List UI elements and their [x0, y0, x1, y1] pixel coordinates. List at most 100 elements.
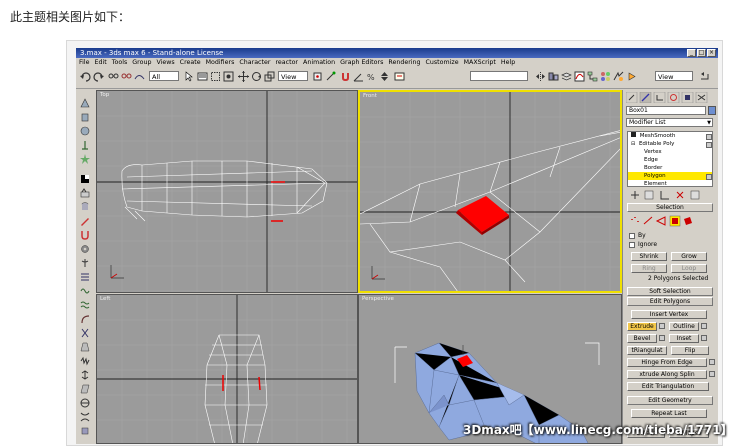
pin-stack-icon[interactable]	[631, 191, 639, 199]
stack-item-border[interactable]: Border	[628, 164, 712, 172]
rotate-icon[interactable]	[251, 71, 262, 82]
lightbulb-icon[interactable]	[631, 132, 636, 137]
stretch-icon[interactable]	[80, 370, 90, 380]
insert-vertex-button[interactable]: Insert Vertex	[631, 310, 707, 319]
menu-customize[interactable]: Customize	[426, 58, 459, 67]
undo-icon[interactable]	[80, 71, 91, 82]
spherify-icon[interactable]	[80, 398, 90, 408]
menu-graph-editors[interactable]: Graph Editors	[340, 58, 383, 67]
pivot-center-icon[interactable]	[312, 71, 323, 82]
viewport-front[interactable]: Front	[358, 90, 622, 293]
ring-button[interactable]: Ring	[631, 264, 667, 273]
stack-item-meshsmooth[interactable]: MeshSmooth	[628, 132, 712, 140]
edit-triangulation-button[interactable]: Edit Triangulation	[627, 382, 709, 391]
cylinder-primitive-icon[interactable]	[80, 112, 90, 122]
quick-render-icon[interactable]	[626, 71, 637, 82]
angle-snap-icon[interactable]	[353, 71, 364, 82]
layer-manager-icon[interactable]	[561, 71, 572, 82]
reference-coordinate-dropdown[interactable]: View	[278, 71, 308, 81]
flip-button[interactable]: Flip	[671, 346, 709, 355]
taper-icon[interactable]	[80, 342, 90, 352]
bind-space-warp-icon[interactable]	[134, 71, 145, 82]
menu-help[interactable]: Help	[501, 58, 515, 67]
lines-icon[interactable]	[80, 272, 90, 282]
flex-icon[interactable]	[80, 426, 90, 436]
stack-toggle-3[interactable]	[706, 174, 712, 180]
close-button[interactable]: ×	[707, 49, 716, 57]
stack-item-vertex[interactable]: Vertex	[628, 148, 712, 156]
stack-item-element[interactable]: Element	[628, 180, 712, 188]
spinner-snap-icon[interactable]	[379, 71, 390, 82]
border-level-icon[interactable]	[655, 216, 666, 226]
viewport-left[interactable]: Left	[96, 294, 358, 444]
skew-icon[interactable]	[80, 384, 90, 394]
edit-geometry-rollout-header[interactable]: Edit Geometry	[627, 396, 713, 405]
select-by-name-icon[interactable]	[197, 71, 208, 82]
hinge-settings-button[interactable]	[709, 359, 715, 365]
collapse-minus-icon[interactable]: ⊟	[631, 141, 635, 147]
by-vertex-checkbox[interactable]	[629, 233, 635, 239]
repeat-last-button[interactable]: Repeat Last	[631, 409, 707, 418]
show-end-result-icon[interactable]	[644, 190, 654, 200]
make-unique-icon[interactable]	[660, 191, 669, 200]
stack-toggle-1[interactable]	[706, 134, 712, 140]
menu-views[interactable]: Views	[156, 58, 174, 67]
redo-icon[interactable]	[93, 71, 104, 82]
menu-rendering[interactable]: Rendering	[388, 58, 420, 67]
grow-button[interactable]: Grow	[671, 252, 707, 261]
sphere-primitive-icon[interactable]	[80, 126, 90, 136]
material-editor-icon[interactable]	[600, 71, 611, 82]
snap-toggle-icon[interactable]	[340, 71, 351, 82]
unlink-icon[interactable]	[121, 71, 132, 82]
star-shape-icon[interactable]	[80, 154, 90, 164]
cylinder-icon[interactable]	[80, 202, 90, 212]
viewport-top[interactable]: Top	[96, 90, 358, 293]
scale-icon[interactable]	[264, 71, 275, 82]
menu-modifiers[interactable]: Modifiers	[206, 58, 235, 67]
bevel-settings-button[interactable]	[659, 335, 665, 341]
maximize-button[interactable]: □	[697, 49, 706, 57]
extrude-button[interactable]: Extrude	[627, 322, 657, 331]
gear-icon[interactable]	[80, 244, 90, 254]
minimize-button[interactable]: _	[687, 49, 696, 57]
vertex-level-icon[interactable]	[631, 217, 639, 222]
extrude-along-spline-settings-button[interactable]	[709, 371, 715, 377]
select-manipulate-icon[interactable]	[325, 71, 336, 82]
curve-editor-icon[interactable]	[574, 71, 585, 82]
twist-icon[interactable]	[80, 328, 90, 338]
select-object-icon[interactable]	[184, 71, 195, 82]
display-floater-icon[interactable]	[80, 174, 90, 184]
ripple-icon[interactable]	[80, 300, 90, 310]
loop-button[interactable]: Loop	[671, 264, 707, 273]
menu-character[interactable]: Character	[239, 58, 270, 67]
stack-item-polygon[interactable]: Polygon	[628, 172, 712, 180]
element-level-icon[interactable]	[684, 217, 692, 225]
extrude-along-spline-button[interactable]: xtrude Along Splin	[627, 370, 707, 379]
rectangular-region-icon[interactable]	[210, 71, 221, 82]
stack-toggle-2[interactable]	[706, 142, 712, 148]
mirror-icon[interactable]	[535, 71, 546, 82]
extrude-settings-button[interactable]	[659, 323, 665, 329]
motion-tab-icon[interactable]	[667, 92, 680, 103]
percent-snap-icon[interactable]: %	[366, 71, 377, 82]
squeeze-icon[interactable]	[80, 412, 90, 422]
modifier-list-dropdown[interactable]: Modifier List ▼	[626, 118, 713, 127]
window-crossing-icon[interactable]	[223, 71, 234, 82]
move-icon[interactable]	[238, 71, 249, 82]
stack-item-edge[interactable]: Edge	[628, 156, 712, 164]
menu-maxscript[interactable]: MAXScript	[464, 58, 496, 67]
stack-item-editable-poly[interactable]: ⊟ Editable Poly	[628, 140, 712, 148]
hierarchy-tab-icon[interactable]	[653, 92, 666, 103]
object-color-swatch[interactable]	[708, 106, 716, 115]
torus-knot-icon[interactable]	[80, 188, 90, 198]
select-link-icon[interactable]	[108, 71, 119, 82]
menu-edit[interactable]: Edit	[95, 58, 107, 67]
pen-icon[interactable]	[80, 216, 90, 226]
selection-rollout-header[interactable]: Selection	[627, 203, 713, 212]
retriangulate-button[interactable]: tRiangulat	[627, 346, 667, 355]
selection-filter-dropdown[interactable]: All	[149, 71, 179, 81]
configure-sets-icon[interactable]	[690, 190, 700, 200]
soft-selection-rollout-header[interactable]: Soft Selection	[627, 287, 713, 296]
tube-primitive-icon[interactable]	[80, 140, 90, 150]
edit-polygons-rollout-header[interactable]: Edit Polygons	[627, 297, 713, 306]
